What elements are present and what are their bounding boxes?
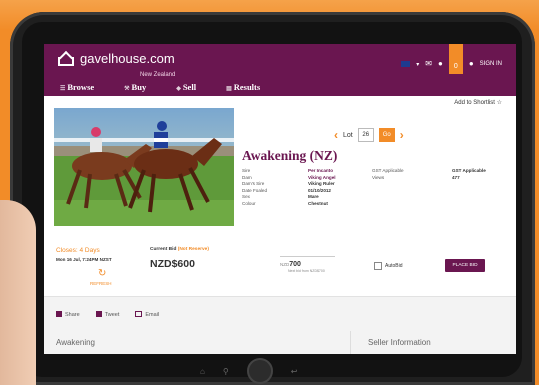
results-icon: ▤ xyxy=(226,86,232,92)
hand xyxy=(0,200,36,385)
user-icon: ● xyxy=(468,59,474,68)
bid-amount: 700 xyxy=(289,261,301,268)
place-bid-button[interactable]: PLACE BID xyxy=(445,259,485,272)
detail-row: Colour Chestnut xyxy=(242,200,328,206)
bid-note: Next bid from NZD$700 xyxy=(288,269,325,273)
header-tools: ▾ ✉ ● 0 ● SIGN IN xyxy=(401,44,502,74)
nav-browse[interactable]: ☰ Browse xyxy=(60,82,94,92)
listing-meta: GST Applicable GST Applicable Views 477 xyxy=(372,168,486,181)
section-divider xyxy=(350,331,351,354)
share-facebook[interactable]: Share xyxy=(56,311,80,318)
logo-text: gavelhouse.com xyxy=(80,51,175,66)
bid-currency: NZD xyxy=(280,262,290,267)
search-icon[interactable]: ⚲ xyxy=(223,367,229,376)
star-icon: ☆ xyxy=(496,100,502,106)
share-twitter[interactable]: Tweet xyxy=(95,311,119,318)
closes-countdown: Closes: 4 Days xyxy=(56,247,100,254)
tablet-home-bar: ⌂ ⚲ ↩ xyxy=(200,358,297,384)
email-icon xyxy=(135,311,143,317)
share-email[interactable]: Email xyxy=(135,311,159,318)
tablet-screen: gavelhouse.com New Zealand ▾ ✉ ● 0 ● SIG… xyxy=(44,44,516,354)
detail-row: Dam Viking Angel xyxy=(242,174,336,182)
lot-label: Lot xyxy=(343,131,353,139)
prev-lot-arrow-icon[interactable]: ‹ xyxy=(334,128,338,142)
lot-number-input[interactable]: 26 xyxy=(357,128,374,142)
seller-info-heading: Seller Information xyxy=(368,338,431,347)
site-header: gavelhouse.com New Zealand ▾ ✉ ● 0 ● SIG… xyxy=(44,44,516,96)
bell-icon[interactable]: ● xyxy=(438,60,443,68)
back-icon[interactable]: ↩ xyxy=(291,367,298,376)
detail-row: Sex Mare xyxy=(242,194,319,200)
listing-title: Awakening (NZ) xyxy=(242,148,338,163)
nav-sell[interactable]: ◆ Sell xyxy=(176,82,196,92)
tag-icon: ◆ xyxy=(176,86,181,92)
share-bar: Share Tweet Email xyxy=(56,311,159,318)
detail-row: Date Foaled 01/10/2012 xyxy=(242,187,331,193)
description-heading: Awakening xyxy=(56,338,95,347)
detail-row: Dam's Sire Viking Ruler xyxy=(242,181,335,187)
sire-link[interactable]: Per Incanto xyxy=(308,168,333,175)
house-logo-icon xyxy=(58,52,74,66)
logo-subtitle: New Zealand xyxy=(140,72,176,78)
bid-input-border xyxy=(280,256,335,257)
current-bid-value: NZD$600 xyxy=(150,258,195,270)
autobid-checkbox[interactable] xyxy=(374,262,382,270)
home-icon[interactable]: ⌂ xyxy=(200,367,205,376)
nz-flag-icon[interactable] xyxy=(401,61,411,67)
nav-results[interactable]: ▤ Results xyxy=(226,82,260,92)
dam-link[interactable]: Viking Angel xyxy=(308,175,336,182)
detail-row: Sire Per Incanto xyxy=(242,168,334,175)
lot-go-button[interactable]: Go xyxy=(378,128,395,142)
list-icon: ☰ xyxy=(60,86,66,92)
horse-racing-photo xyxy=(54,108,234,226)
mail-icon[interactable]: ✉ xyxy=(425,60,432,68)
lower-panel: Share Tweet Email Awakening Seller Infor… xyxy=(44,296,516,354)
closes-date: Mon 16 Jul, 7:24PM NZST xyxy=(56,257,112,262)
notification-badge[interactable]: 0 xyxy=(448,44,463,74)
home-button[interactable] xyxy=(246,358,273,384)
signin-link[interactable]: SIGN IN xyxy=(480,61,502,67)
bid-input[interactable]: NZD700 Next bid from NZD$700 xyxy=(280,256,335,274)
racing-image xyxy=(54,108,234,226)
gavel-icon: ⚒ xyxy=(124,86,130,92)
detail-row: GST Applicable GST Applicable xyxy=(372,168,486,173)
lot-navigation: ‹ Lot 26 Go › xyxy=(334,128,404,142)
refresh-link[interactable]: REFRESH xyxy=(90,281,112,286)
autobid-toggle[interactable]: AutoBid xyxy=(374,262,403,270)
facebook-icon xyxy=(56,311,62,317)
detail-row: Views 477 xyxy=(372,174,460,180)
chevron-down-icon[interactable]: ▾ xyxy=(416,61,419,68)
current-bid-label: Current Bid (Not Reserve) xyxy=(150,247,209,252)
pedigree-details: Sire Per Incanto Dam Viking Angel Dam's Si… xyxy=(242,168,336,208)
autobid-label: AutoBid xyxy=(385,263,403,269)
nav-buy[interactable]: ⚒ Buy xyxy=(124,82,146,92)
reserve-note: (Not Reserve) xyxy=(177,247,209,252)
refresh-icon[interactable]: ↻ xyxy=(98,268,106,279)
twitter-icon xyxy=(95,311,102,317)
next-lot-arrow-icon[interactable]: › xyxy=(400,128,404,142)
main-nav: ☰ Browse ⚒ Buy ◆ Sell ▤ Results xyxy=(60,82,260,92)
site-logo[interactable]: gavelhouse.com New Zealand xyxy=(58,51,175,78)
add-to-shortlist[interactable]: Add to Shortlist ☆ xyxy=(454,99,502,106)
